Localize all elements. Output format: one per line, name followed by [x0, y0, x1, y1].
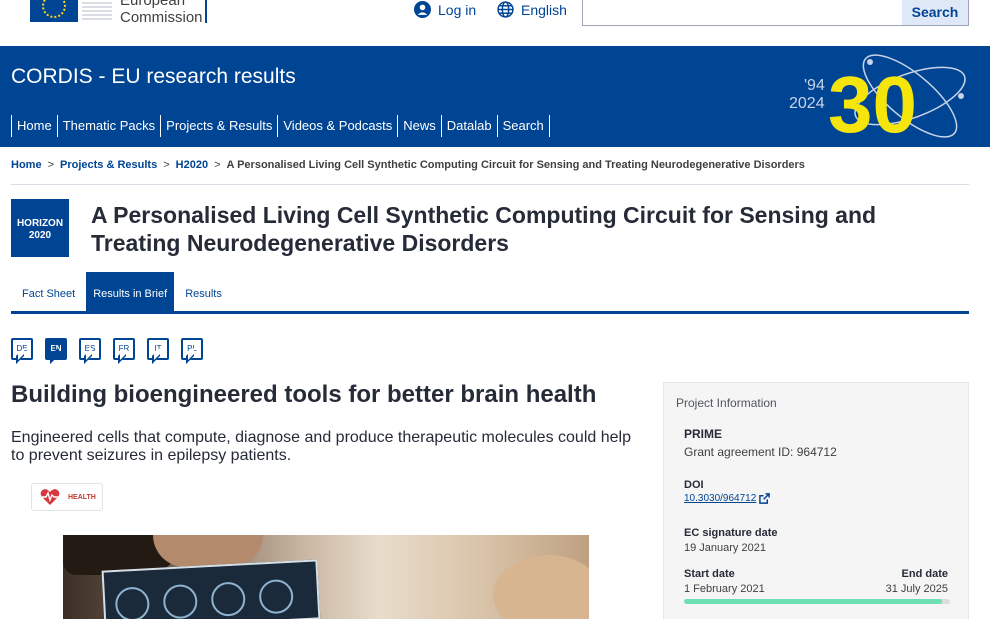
logo-divider — [205, 0, 207, 23]
search-input[interactable]: Search — [582, 0, 969, 26]
start-date-label: Start date — [684, 568, 735, 580]
user-icon — [414, 1, 431, 18]
programme-badge-line1: HORIZON — [16, 218, 64, 229]
tab-fact-sheet[interactable]: Fact Sheet — [11, 272, 86, 311]
project-progress-fill — [684, 599, 943, 604]
nav-item-news[interactable]: News — [397, 115, 441, 137]
doi-label: DOI — [684, 479, 704, 491]
language-selector[interactable]: English — [497, 1, 567, 18]
language-es-icon[interactable]: ES — [79, 338, 101, 360]
nav-item-thematic-packs[interactable]: Thematic Packs — [56, 115, 160, 137]
project-tabs: Fact Sheet Results in Brief Results — [11, 272, 233, 311]
tab-results-in-brief[interactable]: Results in Brief — [86, 272, 175, 311]
language-en-icon[interactable]: EN — [45, 338, 67, 360]
nav-item-search[interactable]: Search — [496, 115, 550, 137]
end-date-label: End date — [901, 568, 948, 580]
breadcrumb-current: A Personalised Living Cell Synthetic Com… — [226, 159, 805, 171]
chevron-right-icon: > — [163, 159, 170, 171]
nav-item-projects-results[interactable]: Projects & Results — [160, 115, 277, 137]
org-name-line1: European — [120, 0, 186, 9]
search-button[interactable]: Search — [902, 0, 968, 25]
nav-item-videos-podcasts[interactable]: Videos & Podcasts — [277, 115, 397, 137]
chevron-right-icon: > — [47, 159, 54, 171]
end-date: 31 July 2025 — [885, 583, 948, 595]
project-title: A Personalised Living Cell Synthetic Com… — [91, 202, 877, 256]
login-link[interactable]: Log in — [414, 1, 476, 18]
signature-date-label: EC signature date — [684, 527, 778, 539]
commission-logo-graphic — [82, 0, 112, 22]
org-name-line2: Commission — [120, 9, 203, 26]
topic-tag[interactable]: HEALTH — [31, 483, 103, 511]
panel-title: Project Information — [676, 396, 777, 410]
org-name: European Commission — [120, 0, 203, 26]
main-nav: Home Thematic Packs Projects & Results V… — [11, 115, 550, 137]
project-acronym: PRIME — [684, 427, 723, 441]
site-title[interactable]: CORDIS - EU research results — [11, 65, 296, 89]
topic-tag-label: HEALTH — [68, 493, 96, 501]
anniversary-30-logo: '94 2024 30 — [789, 54, 966, 147]
project-information-panel: Project Information PRIME Grant agreemen… — [663, 382, 969, 619]
anniversary-start: '94 — [804, 77, 825, 94]
article-hero-image — [63, 535, 589, 619]
breadcrumb-projects-results[interactable]: Projects & Results — [60, 159, 157, 171]
eu-stars-icon — [42, 0, 66, 18]
language-switcher: DE EN ES FR IT PL — [11, 338, 203, 360]
language-de-icon[interactable]: DE — [11, 338, 33, 360]
language-label: English — [521, 1, 567, 18]
language-pl-icon[interactable]: PL — [181, 338, 203, 360]
chevron-right-icon: > — [214, 159, 221, 171]
brain-scan-film — [101, 559, 321, 619]
language-fr-icon[interactable]: FR — [113, 338, 135, 360]
login-label: Log in — [438, 1, 477, 18]
project-progress-bar — [684, 599, 950, 604]
grant-agreement-id: Grant agreement ID: 964712 — [684, 445, 837, 459]
start-date: 1 February 2021 — [684, 583, 765, 595]
divider — [11, 184, 969, 185]
language-it-icon[interactable]: IT — [147, 338, 169, 360]
globe-icon — [497, 1, 514, 18]
breadcrumb-h2020[interactable]: H2020 — [176, 159, 208, 171]
breadcrumb: Home > Projects & Results > H2020 > A Pe… — [11, 159, 805, 171]
doi-value: 10.3030/964712 — [684, 493, 757, 504]
top-bar: European Commission Log in English Searc… — [0, 0, 990, 46]
tab-results[interactable]: Results — [174, 272, 233, 311]
signature-date: 19 January 2021 — [684, 542, 766, 554]
tab-underline — [11, 311, 969, 314]
site-header: CORDIS - EU research results Home Themat… — [0, 46, 990, 147]
external-link-icon — [759, 493, 771, 504]
article-lead: Engineered cells that compute, diagnose … — [11, 429, 631, 464]
nav-item-home[interactable]: Home — [11, 115, 57, 137]
breadcrumb-home[interactable]: Home — [11, 159, 42, 171]
heart-pulse-icon — [40, 489, 60, 505]
anniversary-end: 2024 — [789, 95, 825, 112]
nav-item-datalab[interactable]: Datalab — [440, 115, 497, 137]
programme-badge-line2: 2020 — [28, 230, 52, 241]
eu-flag-logo[interactable] — [30, 0, 78, 22]
hero-child — [493, 555, 589, 619]
doi-link[interactable]: 10.3030/964712 — [684, 493, 771, 504]
article-title: Building bioengineered tools for better … — [11, 381, 597, 408]
programme-badge: HORIZON 2020 — [11, 199, 69, 257]
